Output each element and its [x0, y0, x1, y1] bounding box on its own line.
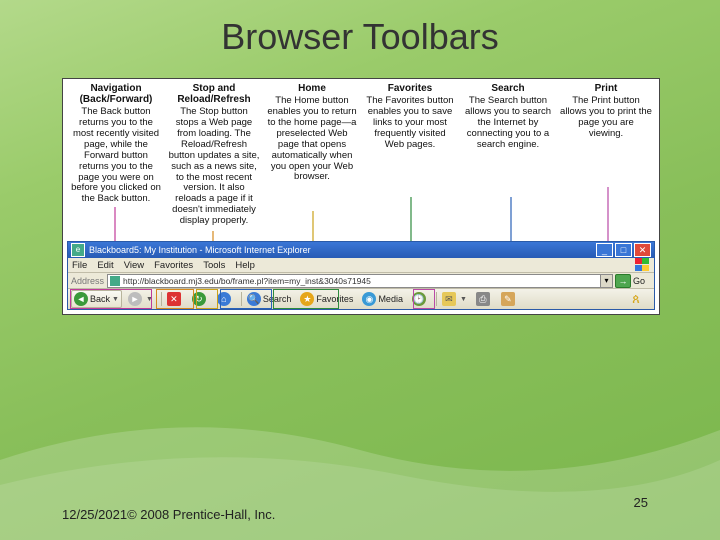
print-button[interactable]: ⎙: [473, 290, 495, 308]
home-button[interactable]: ⌂: [214, 290, 236, 308]
col-body: The Home button enables you to return to…: [266, 96, 358, 183]
back-button[interactable]: ◄ Back ▼: [71, 290, 122, 308]
chevron-down-icon: ▼: [146, 296, 153, 303]
search-label: Search: [263, 294, 292, 304]
col-header: Home: [266, 83, 358, 94]
col-body: The Back button returns you to the most …: [70, 107, 162, 205]
minimize-button[interactable]: _: [596, 243, 613, 257]
col-favorites: Favorites The Favorites button enables y…: [361, 83, 459, 238]
address-field[interactable]: http://blackboard.mj3.edu/bo/frame.pl?it…: [107, 274, 601, 288]
toolbar-separator: [436, 292, 437, 306]
menu-tools[interactable]: Tools: [203, 260, 225, 271]
col-search: Search The Search button allows you to s…: [459, 83, 557, 238]
toolbar-separator: [241, 292, 242, 306]
favorites-button[interactable]: ★ Favorites: [297, 290, 356, 308]
address-dropdown[interactable]: ▾: [601, 274, 613, 288]
menu-bar: File Edit View Favorites Tools Help: [68, 258, 654, 273]
stop-button[interactable]: ✕: [164, 290, 186, 308]
window-titlebar: e Blackboard5: My Institution - Microsof…: [68, 242, 654, 258]
home-icon: ⌂: [217, 292, 231, 306]
menu-favorites[interactable]: Favorites: [154, 260, 193, 271]
col-navigation: Navigation (Back/Forward) The Back butto…: [67, 83, 165, 238]
menu-view[interactable]: View: [124, 260, 144, 271]
diagram-panel: Navigation (Back/Forward) The Back butto…: [62, 78, 660, 315]
messenger-icon: ጰ: [629, 292, 643, 306]
edit-button[interactable]: ✎: [498, 290, 520, 308]
ie-icon: e: [71, 243, 85, 257]
back-label: Back: [90, 294, 110, 304]
search-icon: 🔍: [247, 292, 261, 306]
window-title: Blackboard5: My Institution - Microsoft …: [89, 245, 311, 255]
media-button[interactable]: ◉ Media: [359, 290, 406, 308]
close-button[interactable]: ✕: [634, 243, 651, 257]
favorites-label: Favorites: [316, 294, 353, 304]
forward-icon: ►: [128, 292, 142, 306]
mail-button[interactable]: ✉▼: [439, 290, 470, 308]
slide-title: Browser Toolbars: [0, 0, 720, 58]
col-body: The Stop button stops a Web page from lo…: [168, 107, 260, 227]
refresh-button[interactable]: ↻: [189, 290, 211, 308]
col-header: Navigation (Back/Forward): [70, 83, 162, 105]
chevron-down-icon: ▼: [460, 296, 467, 303]
go-button[interactable]: →: [615, 274, 631, 288]
address-label: Address: [71, 276, 104, 286]
address-bar: Address http://blackboard.mj3.edu/bo/fra…: [68, 273, 654, 289]
col-header: Favorites: [364, 83, 456, 94]
back-icon: ◄: [74, 292, 88, 306]
browser-window: e Blackboard5: My Institution - Microsof…: [67, 241, 655, 310]
col-print: Print The Print button allows you to pri…: [557, 83, 655, 238]
history-button[interactable]: 🕑: [409, 290, 431, 308]
col-header: Stop and Reload/Refresh: [168, 83, 260, 105]
page-icon: [110, 276, 120, 286]
maximize-button[interactable]: □: [615, 243, 632, 257]
col-body: The Print button allows you to print the…: [560, 96, 652, 140]
address-value: http://blackboard.mj3.edu/bo/frame.pl?it…: [123, 276, 371, 286]
chevron-down-icon: ▼: [112, 296, 119, 303]
menu-help[interactable]: Help: [235, 260, 255, 271]
col-home: Home The Home button enables you to retu…: [263, 83, 361, 238]
go-label: Go: [633, 276, 645, 286]
forward-button[interactable]: ► ▼: [125, 290, 156, 308]
edit-icon: ✎: [501, 292, 515, 306]
history-icon: 🕑: [412, 292, 426, 306]
windows-logo-icon: [635, 258, 651, 271]
star-icon: ★: [300, 292, 314, 306]
col-body: The Search button allows you to search t…: [462, 96, 554, 151]
col-header: Print: [560, 83, 652, 94]
menu-file[interactable]: File: [72, 260, 87, 271]
menu-edit[interactable]: Edit: [97, 260, 113, 271]
page-number: 25: [634, 495, 648, 510]
toolbar-separator: [161, 292, 162, 306]
messenger-button[interactable]: ጰ: [626, 290, 648, 308]
mail-icon: ✉: [442, 292, 456, 306]
col-stop-reload: Stop and Reload/Refresh The Stop button …: [165, 83, 263, 238]
slide-footer: 12/25/2021© 2008 Prentice-Hall, Inc.: [62, 507, 275, 522]
stop-icon: ✕: [167, 292, 181, 306]
toolbar: ◄ Back ▼ ► ▼ ✕ ↻ ⌂ 🔍 Search ★ Favorites: [68, 289, 654, 309]
media-icon: ◉: [362, 292, 376, 306]
media-label: Media: [378, 294, 403, 304]
refresh-icon: ↻: [192, 292, 206, 306]
col-header: Search: [462, 83, 554, 94]
description-columns: Navigation (Back/Forward) The Back butto…: [67, 83, 655, 238]
print-icon: ⎙: [476, 292, 490, 306]
search-button[interactable]: 🔍 Search: [244, 290, 295, 308]
col-body: The Favorites button enables you to save…: [364, 96, 456, 151]
